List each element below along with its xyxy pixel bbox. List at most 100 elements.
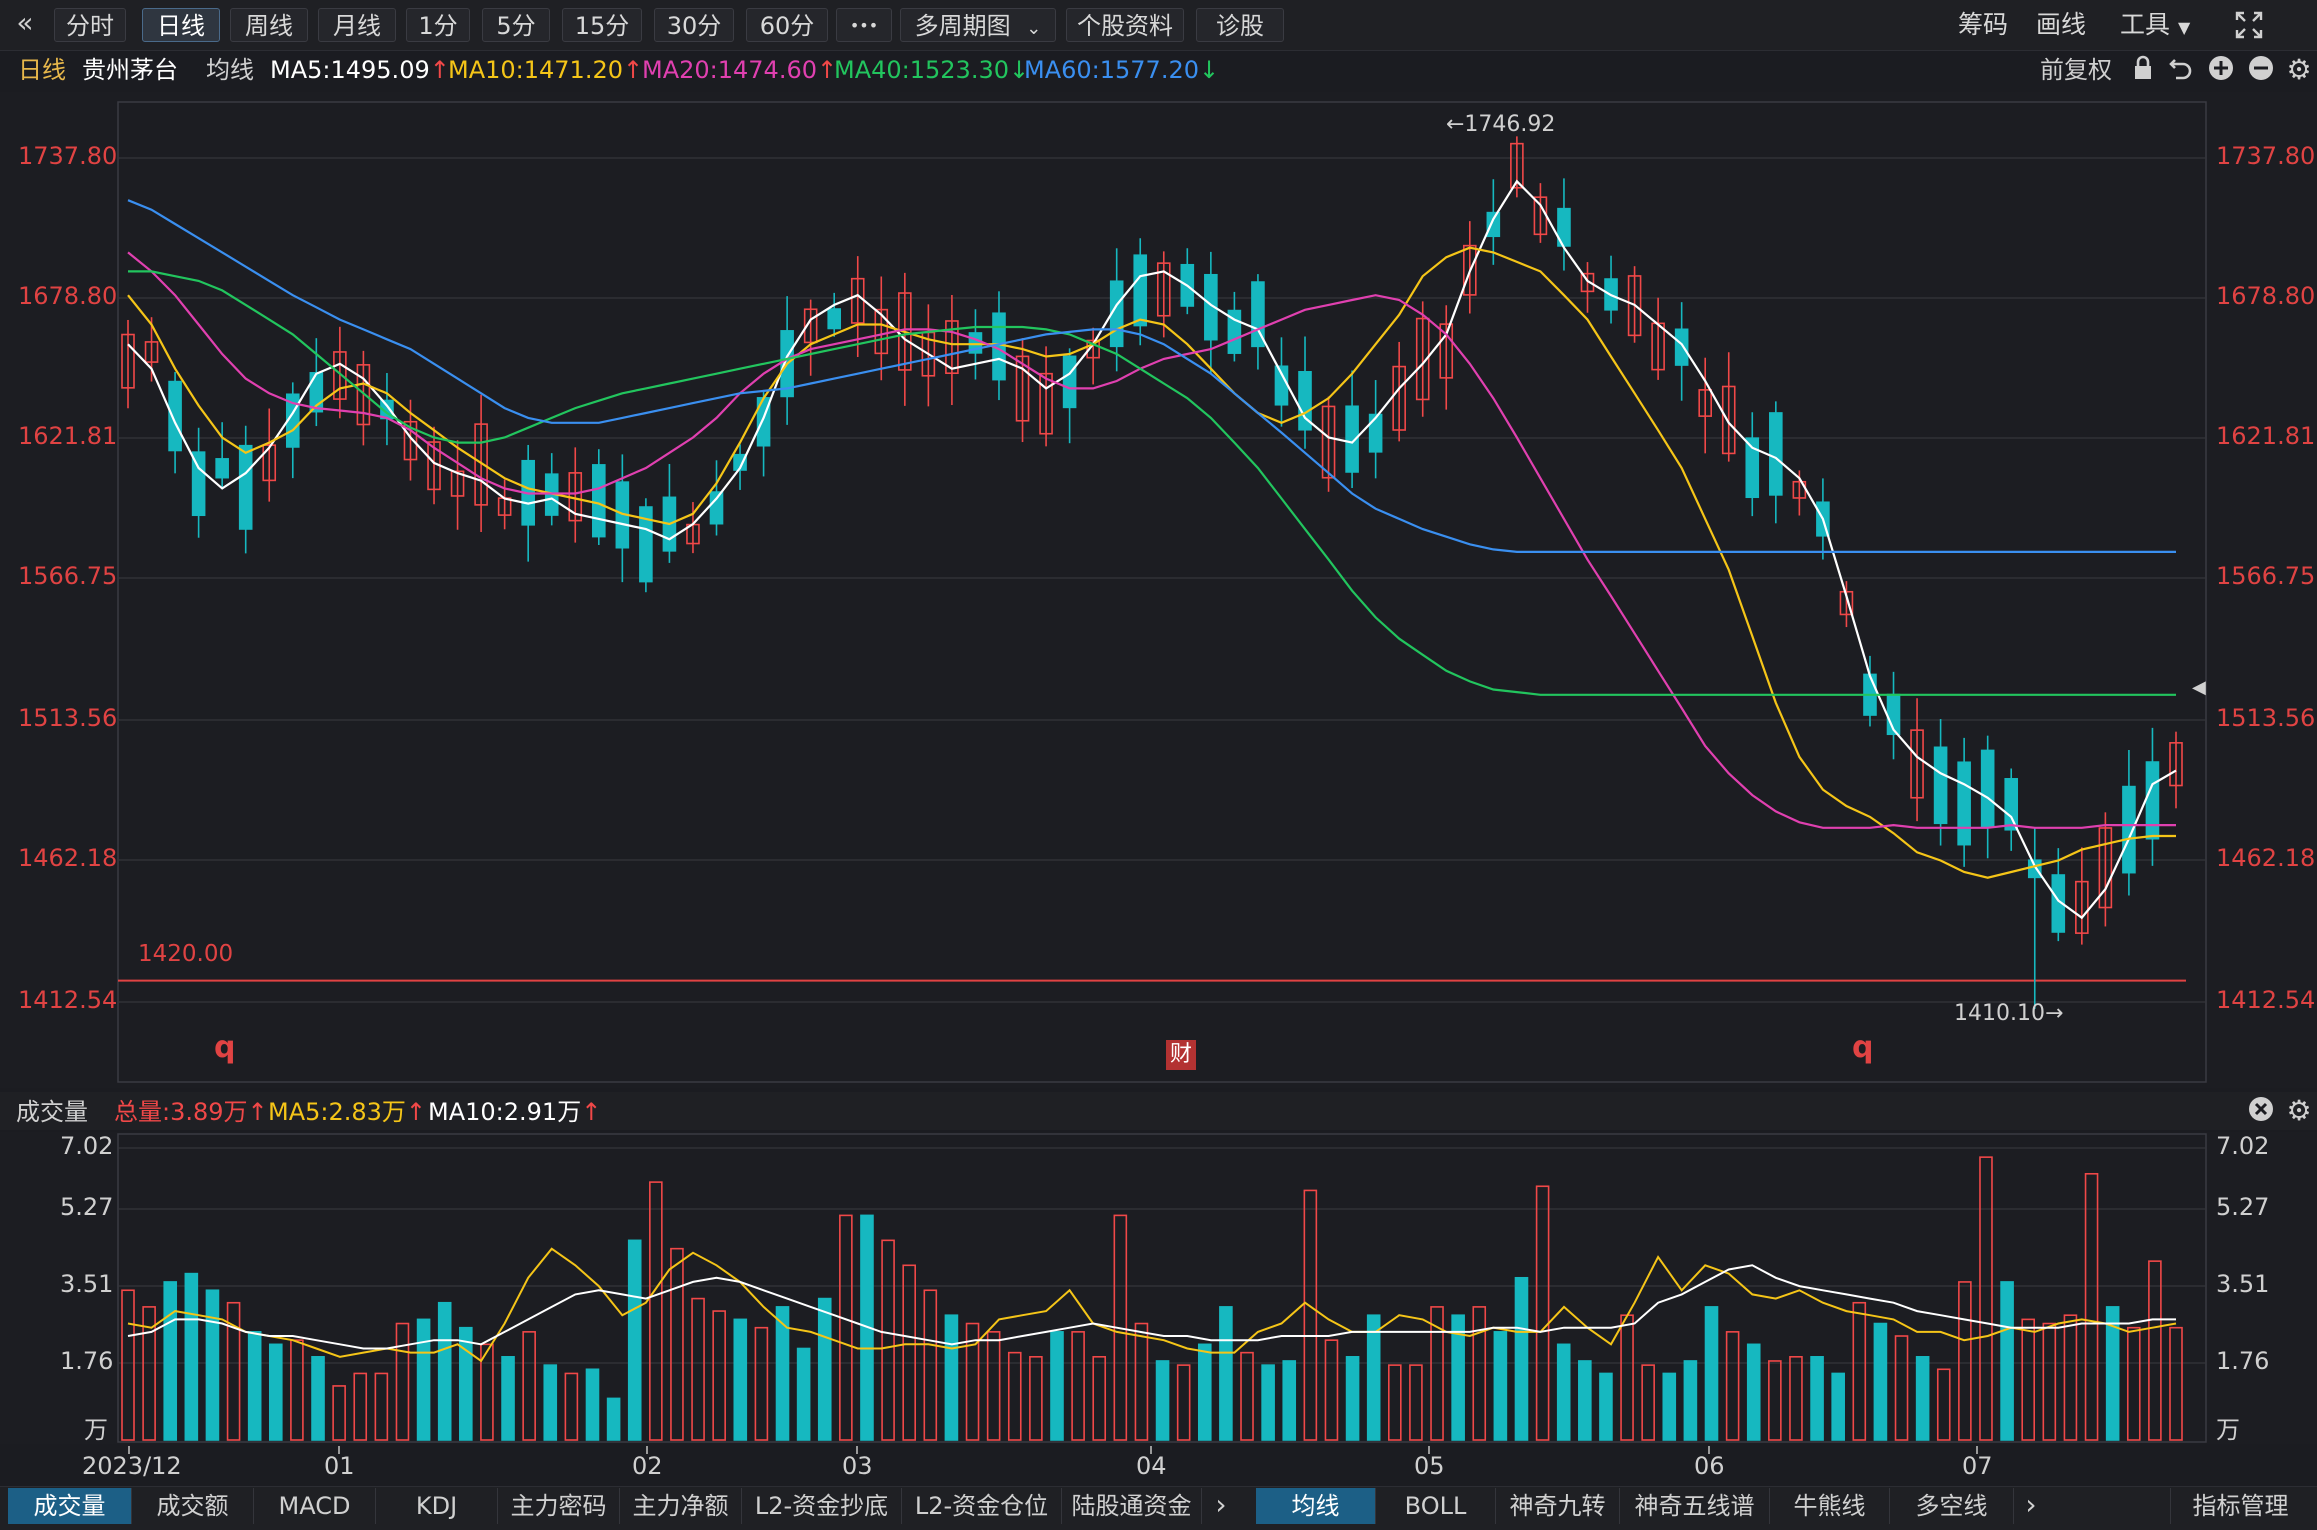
tab-yuexian[interactable]: 月线 [318, 8, 396, 42]
date-tick-mark [1150, 1446, 1152, 1454]
candlestick [568, 447, 583, 543]
chevron-right-icon-2[interactable]: › [2016, 1490, 2046, 1520]
tab-fenshi[interactable]: 分时 [54, 8, 126, 42]
volume-bar [585, 1368, 600, 1441]
diagnose-button[interactable]: 诊股 [1196, 8, 1284, 42]
undo-icon[interactable] [2166, 55, 2196, 88]
volume-bar [649, 1181, 663, 1441]
volume-bar [1599, 1372, 1613, 1441]
candlestick [1651, 297, 1665, 380]
tools-label: 工具 [2120, 10, 2171, 39]
draw-button[interactable]: 画线 [2036, 8, 2086, 42]
date-tick: 01 [324, 1452, 355, 1480]
zoom-out-icon[interactable] [2246, 55, 2276, 88]
tab-nine-turn[interactable]: 神奇九转 [1496, 1488, 1620, 1524]
tab-five-lines[interactable]: 神奇五线谱 [1620, 1488, 1770, 1524]
price-tick-left: 1737.80 [18, 142, 118, 170]
volume-settings-gear-icon[interactable]: ⚙ [2284, 1096, 2314, 1126]
volume-ma10: MA10:2.91万↑ [428, 1098, 602, 1126]
tab-main-net[interactable]: 主力净额 [620, 1488, 742, 1524]
volume-bar [1683, 1360, 1698, 1441]
volume-ma10-trend: ↑ [581, 1098, 602, 1126]
tab-60min[interactable]: 60分 [746, 8, 828, 42]
volume-bar [1219, 1306, 1233, 1441]
multi-period-button[interactable]: 多周期图 ⌄ [900, 8, 1056, 42]
tab-15min[interactable]: 15分 [562, 8, 642, 42]
tab-ma[interactable]: 均线 [1256, 1488, 1376, 1524]
candlestick [2122, 750, 2136, 896]
stock-info-button[interactable]: 个股资料 [1066, 8, 1184, 42]
volume-title[interactable]: 成交量 [16, 1094, 88, 1130]
tab-l2-bottom[interactable]: L2-资金抄底 [742, 1488, 902, 1524]
volume-bar [163, 1281, 178, 1441]
candle-body [827, 308, 842, 330]
back-icon[interactable]: « [10, 8, 40, 38]
ma-line-ma40 [128, 270, 2176, 696]
settings-gear-icon[interactable]: ⚙ [2284, 55, 2314, 85]
ma-label[interactable]: 均线 [206, 52, 254, 88]
volume-bar [1303, 1189, 1318, 1441]
chevron-right-icon[interactable]: › [1206, 1490, 1236, 1520]
tab-zhouxian[interactable]: 周线 [230, 8, 308, 42]
tab-1min[interactable]: 1分 [406, 8, 470, 42]
candlestick [1721, 352, 1736, 462]
tab-northbound[interactable]: 陆股通资金 [1062, 1488, 1202, 1524]
volume-bar [1768, 1360, 1782, 1441]
zoom-in-icon[interactable] [2206, 55, 2236, 88]
q-marker-left[interactable]: q [214, 1030, 235, 1065]
tab-long-short[interactable]: 多空线 [1890, 1488, 2014, 1524]
q-marker-right[interactable]: q [1852, 1030, 1873, 1065]
candlestick [2004, 768, 2019, 851]
date-tick: 05 [1414, 1452, 1445, 1480]
tab-5min[interactable]: 5分 [482, 8, 550, 42]
volume-panel [0, 1132, 2317, 1444]
tools-button[interactable]: 工具 ▼ [2120, 8, 2190, 42]
tab-30min[interactable]: 30分 [654, 8, 734, 42]
ma20-value: MA20:1474.60↑ [642, 56, 838, 84]
candle-body [1957, 761, 1971, 846]
current-price-arrow: ◀ [2192, 677, 2206, 698]
lock-icon[interactable] [2128, 55, 2158, 88]
chip-button[interactable]: 筹码 [1958, 8, 2008, 42]
tab-volume[interactable]: 成交量 [8, 1488, 132, 1524]
volume-bar [290, 1339, 304, 1441]
volume-bar [2063, 1314, 2078, 1441]
volume-bar [1535, 1185, 1550, 1441]
volume-bar [543, 1364, 558, 1441]
tab-bull-bear[interactable]: 牛熊线 [1770, 1488, 1890, 1524]
tab-l2-position[interactable]: L2-资金仓位 [902, 1488, 1062, 1524]
indicator-manage-button[interactable]: 指标管理 [2170, 1488, 2310, 1524]
volume-bar [1007, 1351, 1022, 1441]
tab-turnover[interactable]: 成交额 [132, 1488, 254, 1524]
tab-macd[interactable]: MACD [254, 1488, 376, 1524]
tab-main-code[interactable]: 主力密码 [498, 1488, 620, 1524]
candlestick [1957, 737, 1971, 867]
tab-kdj[interactable]: KDJ [376, 1488, 498, 1524]
volume-bar [437, 1301, 452, 1441]
more-button[interactable]: ••• [836, 8, 892, 42]
candlestick [1604, 255, 1618, 324]
volume-ma5-trend: ↑ [405, 1098, 427, 1126]
date-tick: 03 [842, 1452, 873, 1480]
close-panel-icon[interactable] [2246, 1096, 2276, 1129]
candle-body [1133, 254, 1148, 327]
candle-body [1980, 749, 1995, 828]
date-tick-mark [128, 1446, 130, 1454]
volume-bar [1092, 1356, 1107, 1441]
tab-boll[interactable]: BOLL [1376, 1488, 1496, 1524]
candle-body [1368, 413, 1383, 453]
volume-tick-right: 7.02 [2216, 1132, 2270, 1160]
volume-chart[interactable] [0, 1132, 2317, 1444]
volume-bar [1810, 1356, 1824, 1441]
chevron-down-icon: ⌄ [1026, 18, 1042, 39]
candlestick [874, 276, 889, 381]
fullscreen-icon[interactable] [2232, 10, 2266, 47]
cai-marker[interactable]: 财 [1166, 1040, 1196, 1070]
volume-bar [2084, 1172, 2099, 1441]
date-tick: 06 [1694, 1452, 1725, 1480]
tab-rixian[interactable]: 日线 [142, 8, 220, 42]
candle-body [2145, 761, 2160, 840]
date-tick: 07 [1962, 1452, 1993, 1480]
price-chart[interactable] [0, 92, 2317, 1088]
adjust-button[interactable]: 前复权 [2040, 52, 2112, 88]
